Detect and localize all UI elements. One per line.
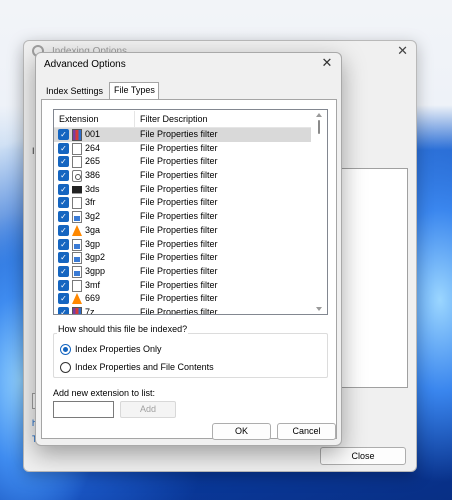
vertical-scrollbar[interactable] (311, 110, 327, 314)
file-types-list[interactable]: Extension Filter Description ✓ 001 File Pr… (53, 109, 328, 315)
checkbox[interactable]: ✓ (58, 183, 69, 195)
extension-cell: 001 (85, 129, 101, 139)
description-cell: File Properties filter (140, 238, 218, 249)
3d-model-icon (72, 185, 82, 194)
checkbox[interactable]: ✓ (58, 224, 69, 236)
list-item[interactable]: ✓ 3mf File Properties filter (54, 279, 312, 293)
column-header-description[interactable]: Filter Description (140, 114, 208, 124)
close-icon[interactable]: ✕ (397, 43, 408, 59)
description-cell: File Properties filter (140, 211, 218, 222)
list-header: Extension Filter Description (54, 110, 312, 128)
list-item[interactable]: ✓ 3fr File Properties filter (54, 196, 312, 210)
extension-cell: 7z (85, 306, 95, 315)
radio-button[interactable] (60, 362, 71, 373)
video-file-icon (72, 211, 82, 224)
extension-cell: 3fr (85, 197, 96, 208)
video-file-icon (72, 265, 82, 278)
advanced-options-dialog: Advanced Options ✕ Index Settings File T… (35, 52, 342, 446)
list-item[interactable]: ✓ 386 File Properties filter (54, 169, 312, 183)
checkbox[interactable]: ✓ (58, 197, 69, 209)
checkbox[interactable]: ✓ (58, 142, 69, 154)
checkbox[interactable]: ✓ (58, 293, 69, 305)
close-icon[interactable]: ✕ (319, 55, 335, 71)
description-cell: File Properties filter (140, 183, 218, 194)
list-item[interactable]: ✓ 3gp File Properties filter (54, 238, 312, 252)
scroll-down-icon[interactable] (316, 307, 322, 311)
list-item[interactable]: ✓ 3ga File Properties filter (54, 224, 312, 238)
description-cell: File Properties filter (140, 224, 218, 235)
add-button[interactable]: Add (120, 401, 176, 418)
extension-cell: 265 (85, 156, 101, 167)
document-icon (72, 142, 82, 155)
extension-cell: 3gp (85, 238, 101, 249)
extension-cell: 3ds (85, 183, 100, 194)
document-icon (72, 156, 82, 169)
description-cell: File Properties filter (140, 265, 218, 276)
radio-label[interactable]: Index Properties and File Contents (75, 362, 214, 372)
ok-button[interactable]: OK (212, 423, 271, 440)
extension-cell: 3ga (85, 224, 101, 235)
list-item[interactable]: ✓ 265 File Properties filter (54, 155, 312, 169)
checkbox[interactable]: ✓ (58, 279, 69, 291)
rar-archive-icon (72, 129, 82, 141)
tab-index-settings[interactable]: Index Settings (42, 84, 108, 100)
checkbox[interactable]: ✓ (58, 252, 69, 264)
add-extension-input[interactable] (53, 401, 114, 418)
checkbox[interactable]: ✓ (58, 306, 69, 314)
list-item[interactable]: ✓ 7z File Properties filter (54, 306, 312, 315)
radio-label[interactable]: Index Properties Only (75, 344, 162, 354)
list-item[interactable]: ✓ 3gp2 File Properties filter (54, 251, 312, 265)
document-icon (72, 197, 82, 210)
radio-button-selected[interactable] (60, 344, 71, 355)
extension-cell: 3gp2 (85, 252, 106, 263)
file-types-panel: Extension Filter Description ✓ 001 File Pr… (41, 99, 337, 439)
description-cell: File Properties filter (140, 252, 218, 263)
add-extension-label: Add new extension to list: (53, 388, 156, 398)
vlc-cone-icon (72, 293, 82, 305)
description-cell: File Properties filter (140, 293, 218, 304)
tab-file-types[interactable]: File Types (109, 82, 159, 100)
checkbox[interactable]: ✓ (58, 170, 69, 182)
description-cell: File Properties filter (140, 197, 218, 208)
checkbox[interactable]: ✓ (58, 156, 69, 168)
checkbox[interactable]: ✓ (58, 238, 69, 250)
description-cell: File Properties filter (140, 142, 218, 153)
list-item[interactable]: ✓ 001 File Properties filter (54, 128, 312, 142)
extension-cell: 264 (85, 142, 101, 153)
column-header-extension[interactable]: Extension (59, 114, 99, 124)
dialog-title: Advanced Options (44, 59, 126, 70)
description-cell: File Properties filter (140, 129, 218, 139)
gear-document-icon (72, 170, 82, 183)
list-item[interactable]: ✓ 3g2 File Properties filter (54, 210, 312, 224)
extension-cell: 3gpp (85, 265, 106, 276)
extension-cell: 3mf (85, 279, 101, 290)
list-item[interactable]: ✓ 264 File Properties filter (54, 142, 312, 156)
checkbox[interactable]: ✓ (58, 211, 69, 223)
checkbox[interactable]: ✓ (58, 129, 69, 140)
scroll-up-icon[interactable] (316, 113, 322, 117)
column-divider[interactable] (134, 111, 135, 127)
cancel-button[interactable]: Cancel (277, 423, 336, 440)
vlc-cone-icon (72, 224, 82, 236)
video-file-icon (72, 238, 82, 251)
list-item[interactable]: ✓ 3ds File Properties filter (54, 183, 312, 197)
extension-cell: 386 (85, 170, 101, 181)
video-file-icon (72, 252, 82, 265)
description-cell: File Properties filter (140, 170, 218, 181)
checkbox[interactable]: ✓ (58, 265, 69, 277)
extension-cell: 3g2 (85, 211, 101, 222)
list-item[interactable]: ✓ 669 File Properties filter (54, 292, 312, 306)
scrollbar-thumb[interactable] (318, 120, 320, 134)
rar-archive-icon (72, 306, 82, 314)
list-rows: ✓ 001 File Properties filter ✓ 264 File Prope… (54, 128, 312, 315)
list-item[interactable]: ✓ 3gpp File Properties filter (54, 265, 312, 279)
description-cell: File Properties filter (140, 306, 218, 315)
description-cell: File Properties filter (140, 156, 218, 167)
extension-cell: 669 (85, 293, 101, 304)
document-icon (72, 279, 82, 292)
index-method-label: How should this file be indexed? (57, 324, 189, 334)
close-button[interactable]: Close (320, 447, 406, 465)
description-cell: File Properties filter (140, 279, 218, 290)
